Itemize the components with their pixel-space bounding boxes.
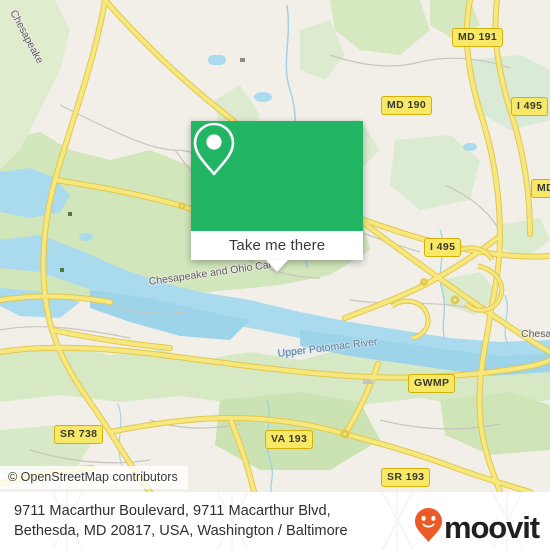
- take-me-there-button[interactable]: Take me there: [191, 231, 363, 260]
- road-shield-md-edge[interactable]: MD: [531, 179, 550, 198]
- location-popup-card[interactable]: Take me there: [191, 121, 363, 272]
- road-shield-sr-738[interactable]: SR 738: [54, 425, 104, 444]
- road-shield-i-495[interactable]: I 495: [424, 238, 462, 257]
- address-block: 9711 Macarthur Boulevard, 9711 Macarthur…: [14, 501, 404, 541]
- address-line-2: Bethesda, MD 20817, USA, Washington / Ba…: [14, 523, 348, 539]
- footer-bar: 9711 Macarthur Boulevard, 9711 Macarthur…: [0, 492, 550, 550]
- moovit-pin-icon: [414, 507, 443, 548]
- popup-header: [191, 121, 363, 231]
- map-canvas[interactable]: Chesapeake Chesapeake and Ohio Canal Upp…: [0, 0, 550, 492]
- moovit-wordmark: moovit: [443, 509, 540, 545]
- road-shield-gwmp[interactable]: GWMP: [408, 374, 456, 393]
- road-shield-sr-193[interactable]: SR 193: [381, 468, 431, 487]
- screenshot-root: Chesapeake Chesapeake and Ohio Canal Upp…: [0, 0, 550, 550]
- take-me-there-label: Take me there: [228, 237, 326, 254]
- road-shield-i-495-ne[interactable]: I 495: [511, 97, 549, 116]
- road-shield-md-190[interactable]: MD 190: [381, 96, 433, 115]
- moovit-logo[interactable]: moovit: [414, 507, 540, 548]
- road-shield-md-191[interactable]: MD 191: [452, 28, 504, 47]
- osm-attribution[interactable]: © OpenStreetMap contributors: [0, 466, 188, 489]
- address-line-1: 9711 Macarthur Boulevard, 9711 Macarthur…: [14, 503, 331, 519]
- popup-pointer: [266, 260, 288, 272]
- road-shield-va-193[interactable]: VA 193: [265, 430, 314, 449]
- map-label-chesa-right: Chesa: [521, 328, 550, 340]
